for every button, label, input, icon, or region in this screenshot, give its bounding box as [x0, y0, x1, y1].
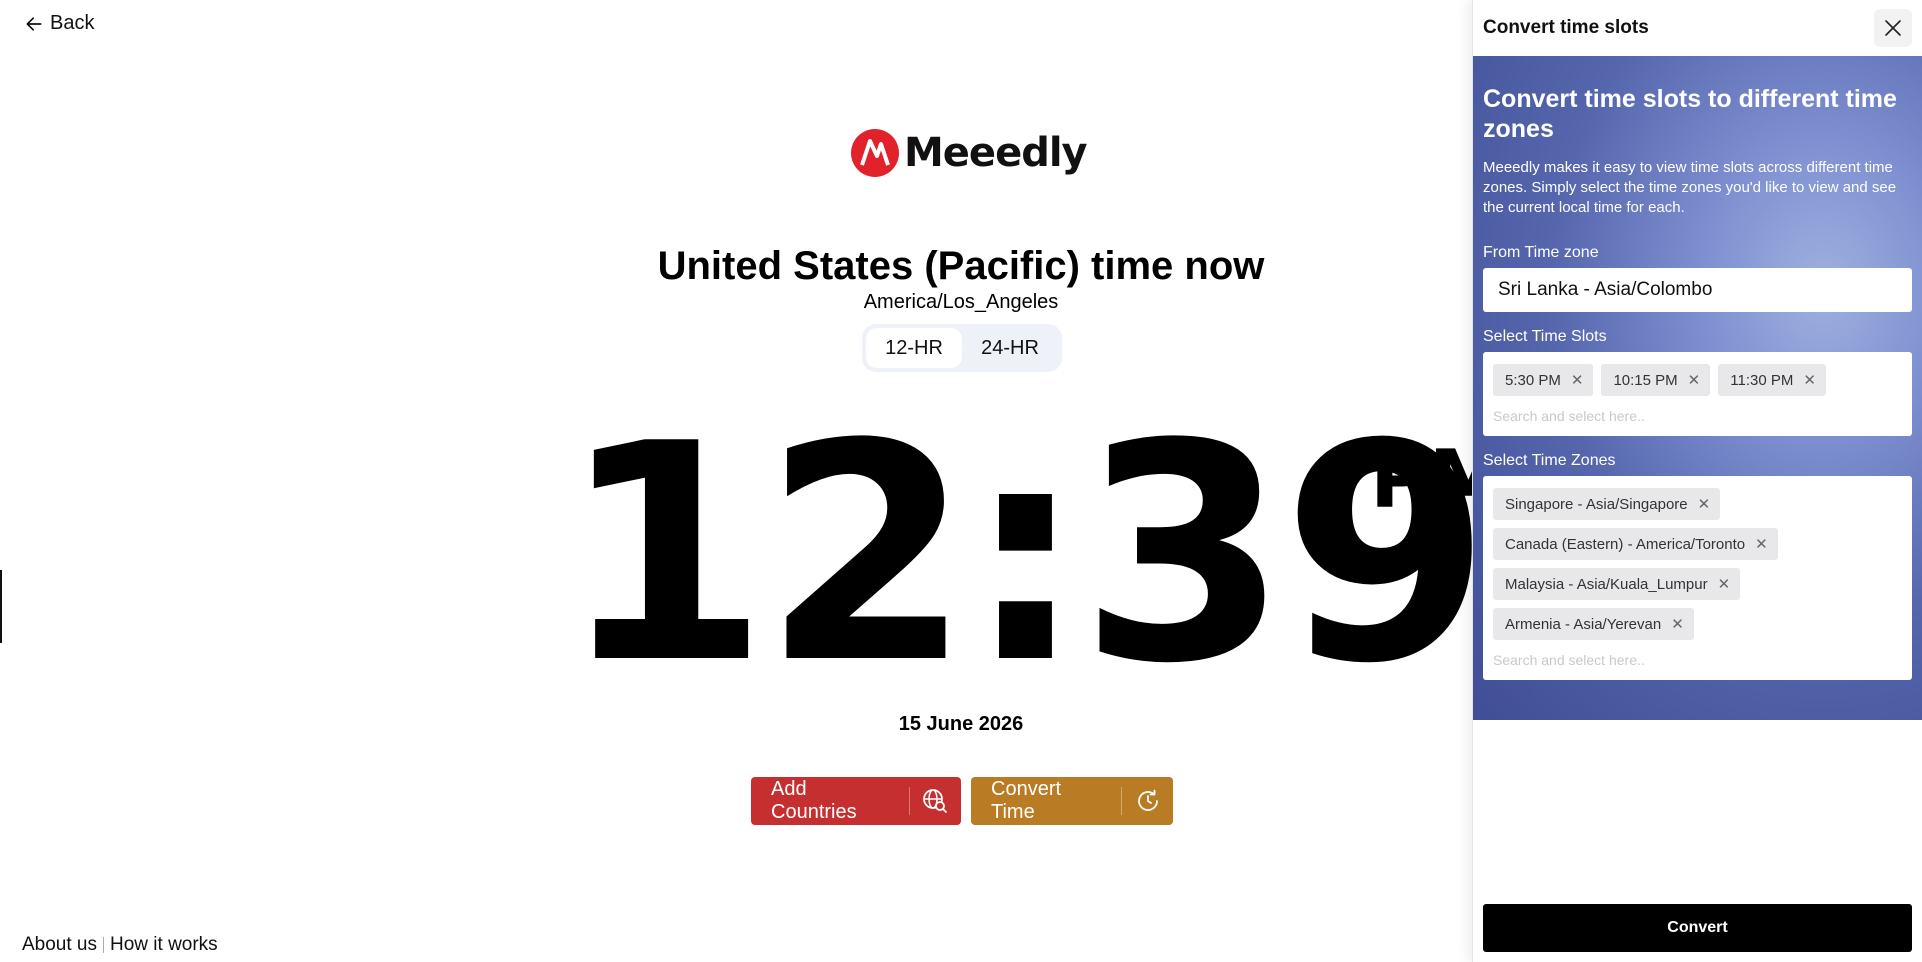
- time-slot-chip: 11:30 PM ✕: [1718, 364, 1826, 396]
- from-timezone-label: From Time zone: [1483, 244, 1599, 261]
- time-zone-chip: Malaysia - Asia/Kuala_Lumpur ✕: [1493, 568, 1741, 600]
- panel-body: Convert time slots to different time zon…: [1473, 56, 1922, 720]
- action-buttons: Add Countries Convert Time: [751, 777, 1173, 825]
- footer-link-how-it-works[interactable]: How it works: [110, 934, 218, 956]
- add-countries-label: Add Countries: [771, 778, 857, 823]
- convert-time-button[interactable]: Convert Time: [971, 777, 1173, 825]
- footer-links: About us How it works: [22, 934, 218, 956]
- remove-chip-icon[interactable]: ✕: [1688, 371, 1701, 389]
- chip-label: 10:15 PM: [1613, 371, 1678, 389]
- time-zones-label: Select Time Zones: [1483, 452, 1616, 469]
- back-link[interactable]: Back: [24, 12, 94, 35]
- back-label: Back: [50, 12, 95, 34]
- panel-title: Convert time slots: [1483, 17, 1649, 38]
- current-date: 15 June 2026: [898, 713, 1024, 735]
- add-countries-button[interactable]: Add Countries: [751, 777, 961, 825]
- clock-refresh-icon: [1122, 788, 1173, 814]
- window-edge: [0, 570, 2, 643]
- remove-chip-icon[interactable]: ✕: [1698, 495, 1711, 513]
- time-format-toggle: 12-HR 24-HR: [862, 324, 1062, 372]
- brand-name: Meeedly: [904, 130, 1088, 176]
- time-zones-search[interactable]: Search and select here..: [1493, 640, 1902, 670]
- remove-chip-icon[interactable]: ✕: [1718, 575, 1731, 593]
- timezone-id: America/Los_Angeles: [863, 291, 1059, 313]
- convert-submit-button[interactable]: Convert: [1483, 904, 1912, 952]
- hero-title: Convert time slots to different time zon…: [1483, 85, 1897, 143]
- from-timezone-input[interactable]: Sri Lanka - Asia/Colombo: [1483, 268, 1912, 312]
- time-zone-chips: Singapore - Asia/Singapore ✕ Canada (East…: [1493, 488, 1902, 640]
- remove-chip-icon[interactable]: ✕: [1671, 615, 1684, 633]
- time-zone-chip: Armenia - Asia/Yerevan ✕: [1493, 608, 1694, 640]
- convert-time-label: Convert Time: [991, 778, 1062, 823]
- time-slot-chip: 10:15 PM ✕: [1601, 364, 1711, 396]
- page-title: United States (Pacific) time now: [657, 244, 1265, 288]
- footer-link-about[interactable]: About us: [22, 934, 97, 956]
- time-slot-chips: 5:30 PM ✕ 10:15 PM ✕ 11:30 PM ✕: [1493, 364, 1902, 396]
- toggle-12hr[interactable]: 12-HR: [866, 328, 962, 368]
- convert-panel: Convert time slots Convert time slots to…: [1472, 0, 1922, 962]
- clock-time: 12:39: [560, 380, 1491, 729]
- chip-label: 11:30 PM: [1730, 371, 1794, 389]
- remove-chip-icon[interactable]: ✕: [1803, 371, 1816, 389]
- meeedly-logo-icon: [851, 129, 899, 177]
- clock-seconds: 58: [1318, 626, 1352, 659]
- chip-label: Singapore - Asia/Singapore: [1505, 495, 1688, 513]
- chip-label: 5:30 PM: [1505, 371, 1561, 389]
- toggle-24hr[interactable]: 24-HR: [962, 328, 1058, 368]
- time-zone-chip: Canada (Eastern) - America/Toronto ✕: [1493, 528, 1778, 560]
- close-icon: [1885, 20, 1901, 36]
- time-slots-search[interactable]: Search and select here..: [1493, 396, 1902, 426]
- remove-chip-icon[interactable]: ✕: [1571, 371, 1584, 389]
- time-slot-chip: 5:30 PM ✕: [1493, 364, 1594, 396]
- chip-label: Canada (Eastern) - America/Toronto: [1505, 535, 1746, 553]
- footer-divider: [103, 937, 104, 953]
- panel-header: Convert time slots: [1473, 0, 1922, 56]
- close-button[interactable]: [1874, 9, 1912, 47]
- chip-label: Malaysia - Asia/Kuala_Lumpur: [1505, 575, 1708, 593]
- remove-chip-icon[interactable]: ✕: [1755, 535, 1768, 553]
- time-slots-label: Select Time Slots: [1483, 328, 1607, 345]
- time-slots-select[interactable]: 5:30 PM ✕ 10:15 PM ✕ 11:30 PM ✕ Search and …: [1483, 352, 1912, 436]
- chip-label: Armenia - Asia/Yerevan: [1505, 615, 1662, 633]
- brand-logo: Meeedly: [850, 128, 1088, 178]
- time-zones-select[interactable]: Singapore - Asia/Singapore ✕ Canada (East…: [1483, 476, 1912, 680]
- globe-search-icon: [910, 788, 961, 814]
- hero-description: Meeedly makes it easy to view time slots…: [1483, 159, 1897, 216]
- arrow-left-icon: [26, 16, 42, 31]
- time-zone-chip: Singapore - Asia/Singapore ✕: [1493, 488, 1721, 520]
